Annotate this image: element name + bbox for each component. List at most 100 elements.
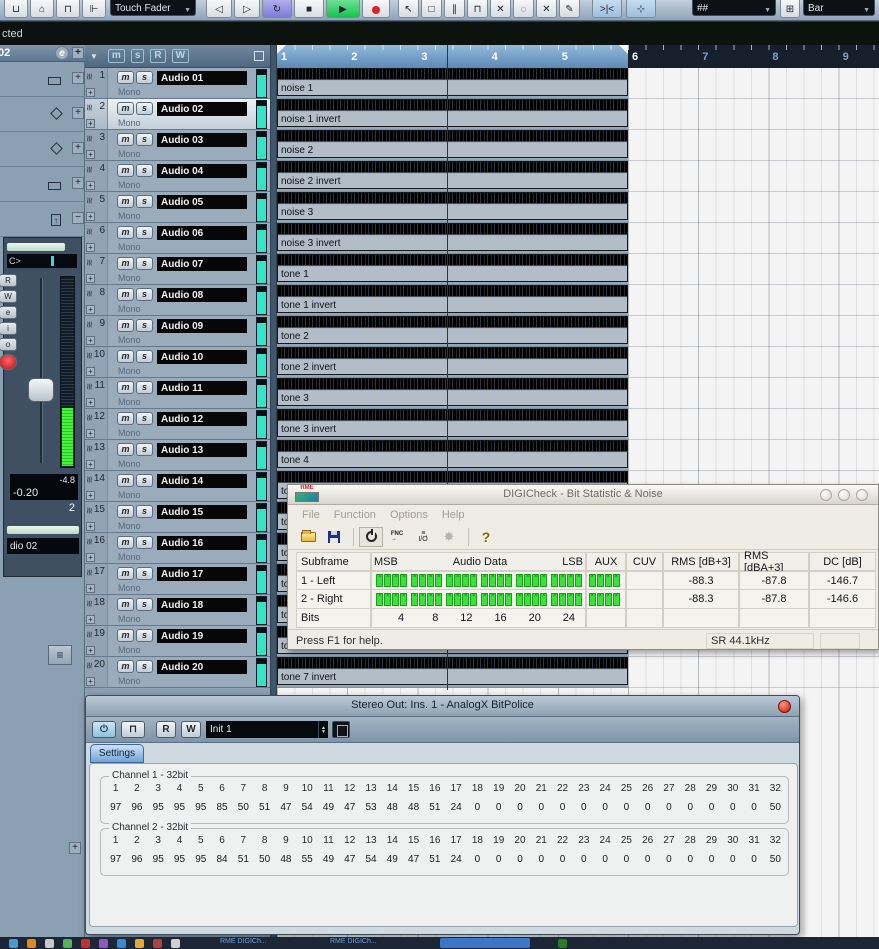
level-readout[interactable]: -4.8 -0.20 (10, 474, 78, 500)
mute-button[interactable]: m (117, 71, 134, 84)
track-name[interactable]: Audio 11 (157, 381, 247, 395)
taskbar-tray-icon[interactable] (558, 938, 567, 948)
solo-button[interactable]: s (136, 536, 153, 549)
settings-dim-icon[interactable]: ✸ (437, 527, 461, 547)
inspector-header[interactable]: 02 e + (0, 45, 85, 62)
track-name[interactable]: Audio 06 (157, 226, 247, 240)
menu-help[interactable]: Help (442, 509, 465, 521)
help-icon[interactable]: ? (474, 527, 498, 547)
menu-file[interactable]: File (302, 509, 320, 521)
mute-button[interactable]: m (117, 443, 134, 456)
range-select-tool[interactable]: □ (421, 0, 442, 18)
play-button[interactable]: ▶ (326, 0, 360, 18)
expand-track-icon[interactable]: + (86, 429, 95, 438)
mute-button[interactable]: m (117, 226, 134, 239)
mute-button[interactable]: m (117, 629, 134, 642)
solo-button[interactable]: s (136, 195, 153, 208)
audio-clip[interactable]: noise 2 invert (277, 161, 628, 189)
menu-options[interactable]: Options (390, 509, 428, 521)
taskbar-app-icon[interactable] (45, 938, 54, 948)
track-name[interactable]: Audio 14 (157, 474, 247, 488)
audio-clip[interactable]: noise 3 invert (277, 223, 628, 251)
audio-clip[interactable]: tone 2 (277, 316, 628, 344)
expand-track-icon[interactable]: + (86, 274, 95, 283)
mute-button[interactable]: m (117, 474, 134, 487)
track-name[interactable]: Audio 18 (157, 598, 247, 612)
expand-track-icon[interactable]: + (86, 615, 95, 624)
pan-display[interactable]: C> (7, 254, 77, 268)
audio-clip[interactable]: tone 1 invert (277, 285, 628, 313)
taskbar-app-icon[interactable] (153, 938, 162, 948)
track-name[interactable]: Audio 05 (157, 195, 247, 209)
inspector-section-inserts[interactable]: + (0, 62, 85, 97)
minimize-icon[interactable] (820, 489, 832, 501)
track-name[interactable]: Audio 13 (157, 443, 247, 457)
expand-track-icon[interactable]: + (86, 584, 95, 593)
mute-button[interactable]: m (117, 102, 134, 115)
expand-track-icon[interactable]: + (86, 367, 95, 376)
power-icon[interactable] (359, 526, 383, 547)
cycle-button[interactable]: ↻ (262, 0, 292, 18)
prev-locator-button[interactable]: ◁ (206, 0, 232, 18)
strip-scrollbar[interactable] (7, 526, 79, 534)
expand-track-icon[interactable]: + (86, 398, 95, 407)
edit-channel-button[interactable]: e (55, 46, 69, 60)
mute-button[interactable]: m (117, 567, 134, 580)
chevron-down-icon[interactable]: ▼ (90, 52, 98, 61)
expand-icon[interactable]: + (72, 107, 84, 119)
solo-button[interactable]: s (136, 257, 153, 270)
right-locator-flag[interactable] (619, 45, 628, 54)
track-row[interactable]: ≋ 13 + m s Audio 13 Mono (84, 440, 270, 471)
track-row[interactable]: ≋ 3 + m s Audio 03 Mono (84, 130, 270, 161)
audio-clip[interactable]: tone 2 invert (277, 347, 628, 375)
taskbar-app-icon[interactable] (27, 938, 36, 948)
inspector-section-channel[interactable]: + (0, 167, 85, 202)
preset-spinner[interactable]: ▲ ▼ (318, 721, 326, 738)
track-name[interactable]: Audio 16 (157, 536, 247, 550)
solo-button[interactable]: s (136, 226, 153, 239)
ruler[interactable]: 1 2 3 4 5 6 7 8 9 (277, 45, 879, 68)
erase-tool[interactable]: ✕ (490, 0, 511, 18)
expand-track-icon[interactable]: + (86, 646, 95, 655)
tool-line-icon[interactable]: ⊓ (56, 0, 80, 18)
mute-button[interactable]: m (117, 381, 134, 394)
audio-clip[interactable]: noise 2 (277, 130, 628, 158)
fnc-icon[interactable]: FNC → (385, 527, 409, 547)
track-name[interactable]: Audio 04 (157, 164, 247, 178)
taskbar-app-icon[interactable] (117, 938, 126, 948)
stop-button[interactable]: ■ (294, 0, 324, 18)
menu-function[interactable]: Function (334, 509, 376, 521)
expand-track-icon[interactable]: + (86, 677, 95, 686)
track-row[interactable]: ≋ 18 + m s Audio 18 Mono (84, 595, 270, 626)
preset-select[interactable]: Init 1 ▲ ▼ (206, 721, 328, 738)
solo-button[interactable]: s (136, 133, 153, 146)
strip-button[interactable]: i (0, 322, 17, 335)
volume-fader[interactable] (28, 378, 54, 402)
track-row[interactable]: ≋ 15 + m s Audio 15 Mono (84, 502, 270, 533)
strip-button[interactable]: W (0, 290, 17, 303)
write-automation-button[interactable]: W (181, 721, 201, 738)
expand-track-icon[interactable]: + (86, 212, 95, 221)
tab-settings[interactable]: Settings (90, 744, 144, 763)
track-row[interactable]: ≋ 2 + m s Audio 02 Mono (84, 99, 270, 130)
track-name[interactable]: Audio 15 (157, 505, 247, 519)
global-write-button[interactable]: W (171, 49, 190, 63)
track-row[interactable]: ≋ 6 + m s Audio 06 Mono (84, 223, 270, 254)
taskbar-app-icon[interactable] (81, 938, 90, 948)
audio-clip[interactable]: tone 3 (277, 378, 628, 406)
expand-track-icon[interactable]: + (86, 305, 95, 314)
global-mute-button[interactable]: m (107, 49, 125, 63)
notepad-button[interactable]: ≡ (48, 645, 72, 665)
mute-button[interactable]: m (117, 536, 134, 549)
taskbar-app-icon[interactable] (171, 938, 180, 948)
solo-button[interactable]: s (136, 102, 153, 115)
plugin-titlebar[interactable]: Stereo Out: Ins. 1 - AnalogX BitPolice (86, 696, 799, 717)
mute-button[interactable]: m (117, 164, 134, 177)
solo-button[interactable]: s (136, 412, 153, 425)
taskbar-app-icon[interactable] (135, 938, 144, 948)
audio-clip[interactable]: noise 1 invert (277, 99, 628, 127)
solo-button[interactable]: s (136, 319, 153, 332)
expand-track-icon[interactable]: + (86, 150, 95, 159)
mute-button[interactable]: m (117, 133, 134, 146)
track-name[interactable]: Audio 10 (157, 350, 247, 364)
